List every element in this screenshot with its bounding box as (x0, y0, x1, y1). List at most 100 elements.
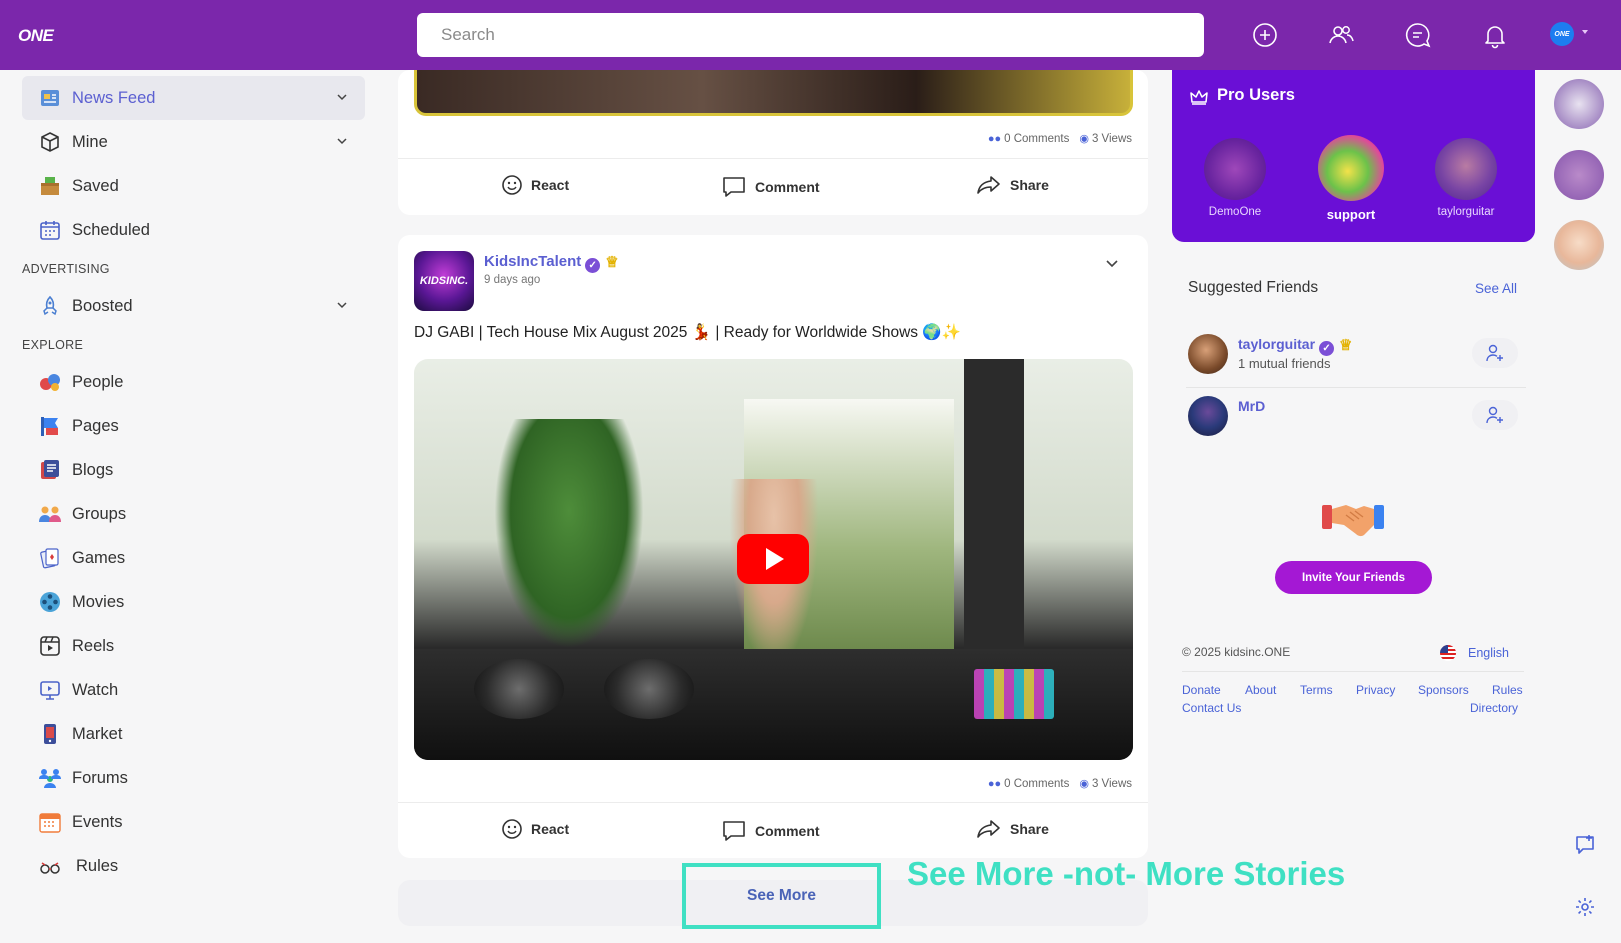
contact-avatar[interactable] (1554, 150, 1604, 200)
footer-link-about[interactable]: About (1245, 683, 1276, 697)
comment-button[interactable]: Comment (721, 174, 820, 200)
footer-link-terms[interactable]: Terms (1300, 683, 1333, 697)
author-avatar[interactable]: KIDSINC. (414, 251, 474, 311)
sidebar-item-movies[interactable]: Movies (22, 580, 365, 624)
chevron-down-icon[interactable] (337, 300, 347, 310)
add-user-icon (1486, 406, 1503, 424)
section-title-explore: EXPLORE (22, 338, 84, 352)
sidebar-item-market[interactable]: Market (22, 712, 365, 756)
share-icon (977, 176, 1000, 194)
us-flag-icon (1440, 645, 1456, 661)
mutual-friends: 1 mutual friends (1238, 356, 1331, 371)
video-scene-curtain (964, 359, 1024, 679)
pro-user-demoone[interactable]: DemoOne (1200, 138, 1270, 218)
views-count: ◉ 3 Views (1079, 778, 1132, 790)
sidebar-item-rules[interactable]: Rules (22, 844, 365, 888)
annotation-text: See More -not- More Stories (907, 855, 1346, 892)
sidebar-item-pages[interactable]: Pages (22, 404, 365, 448)
react-button[interactable]: React (501, 174, 569, 196)
chevron-down-icon[interactable] (337, 136, 347, 146)
post-options-chevron-icon[interactable] (1106, 257, 1118, 269)
logo[interactable]: ONE (18, 26, 54, 46)
footer-link-privacy[interactable]: Privacy (1356, 683, 1395, 697)
invite-friends-button[interactable]: Invite Your Friends (1275, 561, 1432, 594)
sidebar-item-mine[interactable]: Mine (22, 120, 365, 164)
footer-link-donate[interactable]: Donate (1182, 683, 1221, 697)
post-stats: ●● 0 Comments ◉ 3 Views (988, 777, 1132, 791)
pro-user-taylorguitar[interactable]: taylorguitar (1426, 138, 1506, 218)
post-author[interactable]: KidsIncTalent ✓ ♕ (484, 253, 619, 273)
post-timestamp[interactable]: 9 days ago (484, 274, 540, 286)
sidebar-item-watch[interactable]: Watch (22, 668, 365, 712)
share-button[interactable]: Share (976, 818, 1049, 840)
divider (1186, 387, 1526, 388)
sidebar-item-events[interactable]: Events (22, 800, 365, 844)
footer-link-contact-us[interactable]: Contact Us (1182, 701, 1241, 715)
avatar[interactable] (1204, 138, 1266, 200)
video-scene-plant (494, 419, 644, 649)
handshake-icon (1322, 505, 1384, 537)
comment-button[interactable]: Comment (721, 818, 820, 844)
sidebar-item-groups[interactable]: Groups (22, 492, 365, 536)
friend-name[interactable]: taylorguitar ✓ ♕ (1238, 336, 1352, 356)
sidebar-item-scheduled[interactable]: Scheduled (22, 208, 365, 252)
friend-name[interactable]: MrD (1238, 398, 1265, 414)
avatar[interactable] (1188, 396, 1228, 436)
add-circle-icon[interactable] (1250, 20, 1280, 50)
chevron-down-icon[interactable] (337, 92, 347, 102)
bell-icon[interactable] (1480, 20, 1510, 50)
post-card: ●● 0 Comments ◉ 3 Views React Comment Shar… (398, 70, 1148, 215)
sidebar-item-label: Market (72, 724, 123, 743)
footer-link-sponsors[interactable]: Sponsors (1418, 683, 1469, 697)
sidebar-item-forums[interactable]: Forums (22, 756, 365, 800)
add-friend-button[interactable] (1472, 338, 1518, 368)
share-button[interactable]: Share (976, 174, 1049, 196)
gear-icon[interactable] (1574, 896, 1596, 918)
video-player[interactable] (414, 359, 1133, 760)
search-input[interactable] (417, 13, 1204, 57)
youtube-play-icon[interactable] (737, 534, 809, 584)
see-more-button[interactable]: See More (682, 863, 881, 929)
sidebar-item-games[interactable]: Games (22, 536, 365, 580)
friends-icon[interactable] (1326, 20, 1356, 50)
sidebar-item-news-feed[interactable]: News Feed (22, 76, 365, 120)
contact-avatar[interactable] (1554, 79, 1604, 129)
rocket-icon (38, 294, 62, 318)
comments-count[interactable]: ●● 0 Comments (988, 133, 1069, 145)
chevron-down-icon[interactable] (1582, 30, 1588, 34)
phone-shop-icon (38, 722, 62, 746)
sidebar-item-people[interactable]: People (22, 360, 365, 404)
post-media-thumbnail[interactable] (414, 70, 1133, 116)
avatar[interactable] (1318, 135, 1384, 201)
top-bar: ONE ONE (0, 0, 1621, 70)
people-icon (38, 370, 62, 394)
sidebar-item-label: Groups (72, 504, 127, 523)
avatar[interactable] (1435, 138, 1497, 200)
footer-link-directory[interactable]: Directory (1470, 701, 1518, 715)
react-button[interactable]: React (501, 818, 569, 840)
comments-icon: ●● (987, 777, 1002, 790)
cards-icon (38, 546, 62, 570)
avatar[interactable] (1188, 334, 1228, 374)
contact-avatar[interactable] (1554, 220, 1604, 270)
sidebar-item-reels[interactable]: Reels (22, 624, 365, 668)
rules-icon (38, 854, 62, 878)
comments-count[interactable]: ●● 0 Comments (988, 778, 1069, 790)
post-card: KIDSINC. KidsIncTalent ✓ ♕ 9 days ago DJ G… (398, 235, 1148, 858)
sidebar-item-label: Games (72, 548, 126, 567)
sidebar-item-saved[interactable]: Saved (22, 164, 365, 208)
comment-icon (723, 177, 745, 197)
chat-add-icon[interactable] (1574, 834, 1596, 856)
crown-icon (1190, 90, 1208, 105)
see-all-link[interactable]: See All (1475, 281, 1517, 296)
language-selector[interactable]: English (1440, 645, 1509, 661)
pro-user-support[interactable]: support (1316, 135, 1386, 222)
calendar-event-icon (38, 810, 62, 834)
add-friend-button[interactable] (1472, 400, 1518, 430)
sidebar-item-blogs[interactable]: Blogs (22, 448, 365, 492)
footer-link-rules[interactable]: Rules (1492, 683, 1523, 697)
verified-badge-icon: ✓ (1319, 341, 1335, 356)
user-avatar[interactable]: ONE (1550, 22, 1574, 46)
chat-icon[interactable] (1403, 20, 1433, 50)
sidebar-item-boosted[interactable]: Boosted (22, 284, 365, 328)
